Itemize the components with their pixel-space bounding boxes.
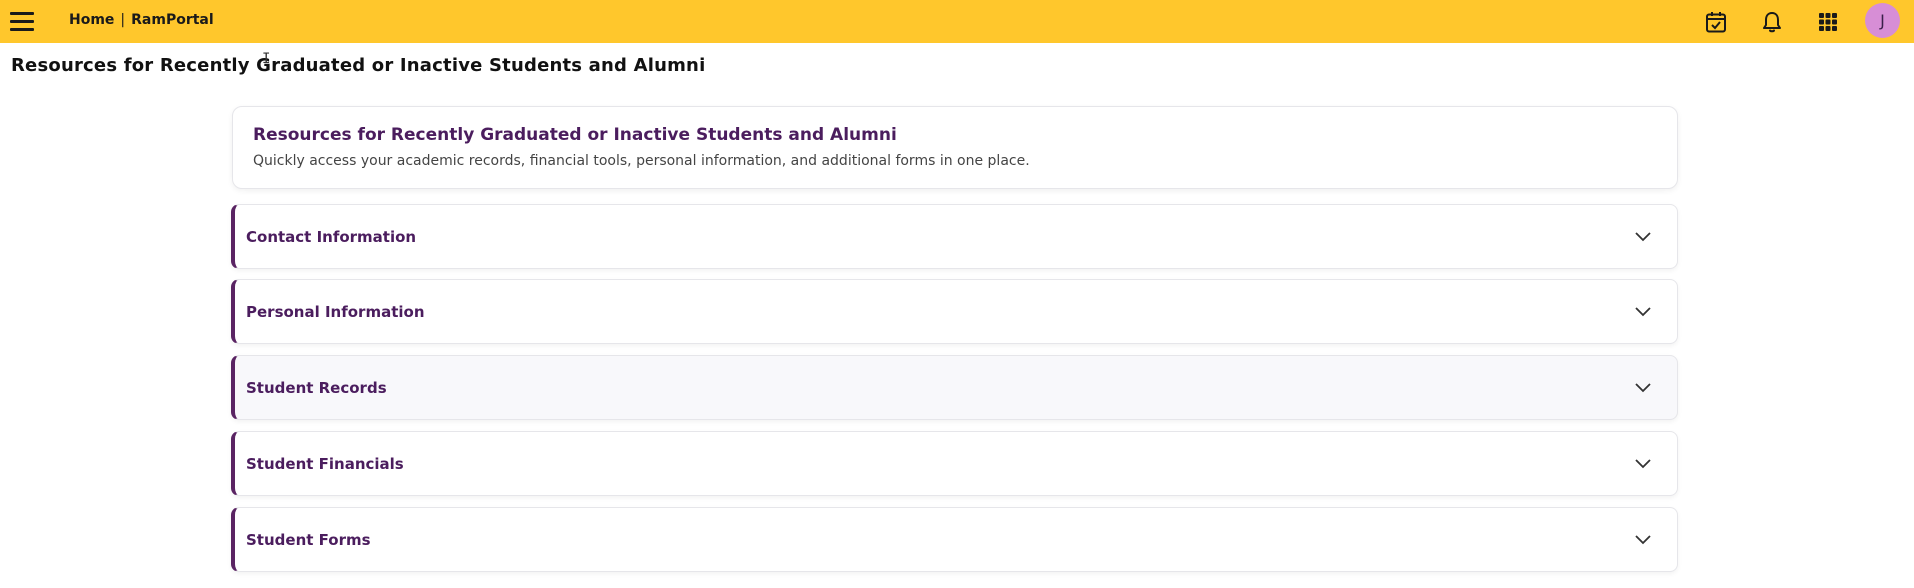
accordion-label: Contact Information: [246, 227, 417, 246]
apps-grid-icon[interactable]: [1814, 8, 1842, 36]
accordion-student-records[interactable]: Student Records: [231, 355, 1678, 420]
accordion-student-forms[interactable]: Student Forms: [231, 507, 1678, 572]
text-cursor-icon: I: [262, 51, 271, 67]
accordion-label: Student Records: [246, 378, 387, 397]
intro-card: Resources for Recently Graduated or Inac…: [232, 106, 1678, 189]
intro-description: Quickly access your academic records, fi…: [253, 153, 1030, 169]
chevron-down-icon[interactable]: [1634, 531, 1652, 549]
top-bar: Home | RamPortal J: [0, 0, 1914, 43]
chevron-down-icon[interactable]: [1634, 228, 1652, 246]
bell-icon[interactable]: [1758, 8, 1786, 36]
intro-title: Resources for Recently Graduated or Inac…: [253, 125, 897, 145]
breadcrumb-home-link[interactable]: Home: [69, 12, 114, 28]
avatar[interactable]: J: [1865, 3, 1900, 38]
accordion-label: Student Financials: [246, 454, 404, 473]
chevron-down-icon[interactable]: [1634, 303, 1652, 321]
accordion-label: Personal Information: [246, 302, 425, 321]
chevron-down-icon[interactable]: [1634, 455, 1652, 473]
accordion-student-financials[interactable]: Student Financials: [231, 431, 1678, 496]
accordion-contact-information[interactable]: Contact Information: [231, 204, 1678, 269]
accordion-personal-information[interactable]: Personal Information: [231, 279, 1678, 344]
breadcrumb-portal-link[interactable]: RamPortal: [131, 12, 214, 28]
accordion-label: Student Forms: [246, 530, 371, 549]
calendar-check-icon[interactable]: [1702, 8, 1730, 36]
breadcrumb: Home | RamPortal: [69, 12, 214, 28]
breadcrumb-separator: |: [120, 12, 126, 28]
chevron-down-icon[interactable]: [1634, 379, 1652, 397]
page-title: Resources for Recently Graduated or Inac…: [11, 55, 706, 76]
menu-icon[interactable]: [10, 8, 36, 34]
